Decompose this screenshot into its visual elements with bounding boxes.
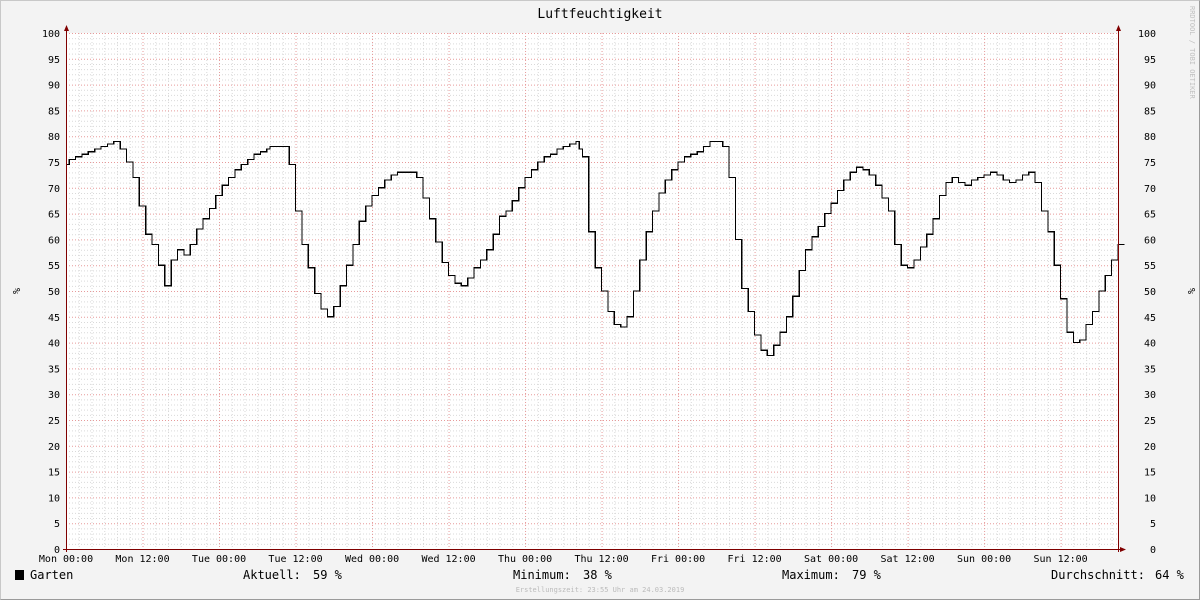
x-tick-label: Sun 00:00	[957, 554, 1011, 565]
legend-swatch-garten	[15, 570, 24, 580]
x-tick-label: Tue 12:00	[268, 554, 322, 565]
y-tick-label-right: 60	[1144, 235, 1156, 246]
y-axis-label-left: %	[10, 288, 21, 294]
y-tick-label-left: 5	[54, 519, 60, 530]
x-tick-label: Tue 00:00	[192, 554, 246, 565]
y-tick-label-left: 50	[48, 287, 60, 298]
y-axis-right-arrow	[1116, 25, 1121, 31]
chart-title: Luftfeuchtigkeit	[537, 7, 662, 22]
x-tick-label: Mon 00:00	[39, 554, 93, 565]
y-tick-label-left: 35	[48, 364, 60, 375]
y-tick-label-right: 95	[1144, 55, 1156, 66]
y-tick-label-right: 70	[1144, 184, 1156, 195]
y-tick-label-left: 25	[48, 416, 60, 427]
y-tick-label-left: 75	[48, 158, 60, 169]
x-tick-labels: Mon 00:00 Mon 12:00 Tue 00:00 Tue 12:00 Wed …	[39, 554, 1088, 565]
legend-aktuell-value: 59 %	[313, 568, 343, 582]
y-tick-label-left: 30	[48, 390, 60, 401]
y-tick-label-right: 65	[1144, 210, 1156, 221]
y-tick-label-left: 10	[48, 493, 60, 504]
y-tick-label-right: 80	[1144, 132, 1156, 143]
y-tick-label-left: 100	[42, 29, 60, 40]
legend-maximum-value: 79 %	[852, 568, 882, 582]
y-tick-label-left: 85	[48, 106, 60, 117]
x-axis-arrow	[1120, 547, 1126, 552]
y-tick-label-right: 50	[1144, 287, 1156, 298]
rrdtool-watermark: RRDTOOL / TOBI OETIKER	[1188, 6, 1196, 100]
y-tick-label-left: 20	[48, 442, 60, 453]
x-tick-label: Fri 00:00	[651, 554, 705, 565]
y-axis-left-arrow	[64, 25, 69, 31]
y-axis-label-right: %	[1185, 288, 1196, 294]
y-tick-label-left: 70	[48, 184, 60, 195]
y-tick-labels-right: 0 5 10 15 20 25 30 35 40 45 50 55 60 65 70 75 80 85 90 95 10…	[1138, 29, 1156, 556]
y-tick-label-right: 45	[1144, 313, 1156, 324]
x-tick-label: Fri 12:00	[727, 554, 781, 565]
x-tick-label: Sun 12:00	[1034, 554, 1088, 565]
creation-timestamp: Erstellungszeit: 23:55 Uhr am 24.03.2019	[516, 586, 685, 594]
y-tick-label-right: 15	[1144, 468, 1156, 479]
legend-durchschnitt-value: 64 %	[1155, 568, 1185, 582]
legend-series-name: Garten	[30, 568, 73, 582]
y-tick-label-right: 20	[1144, 442, 1156, 453]
x-tick-label: Wed 00:00	[345, 554, 399, 565]
y-tick-label-left: 95	[48, 55, 60, 66]
y-tick-label-left: 55	[48, 261, 60, 272]
y-tick-label-left: 45	[48, 313, 60, 324]
y-tick-label-right: 5	[1150, 519, 1156, 530]
y-tick-label-right: 35	[1144, 364, 1156, 375]
y-tick-label-left: 15	[48, 468, 60, 479]
y-tick-label-right: 100	[1138, 29, 1156, 40]
y-tick-label-left: 40	[48, 339, 60, 350]
y-tick-label-right: 90	[1144, 81, 1156, 92]
y-tick-label-right: 25	[1144, 416, 1156, 427]
legend-minimum-value: 38 %	[583, 568, 613, 582]
x-tick-label: Mon 12:00	[115, 554, 169, 565]
legend-maximum-label: Maximum:	[782, 568, 840, 582]
y-tick-label-right: 0	[1150, 545, 1156, 556]
x-tick-label: Wed 12:00	[421, 554, 475, 565]
y-tick-label-left: 90	[48, 81, 60, 92]
x-tick-label: Thu 12:00	[574, 554, 628, 565]
y-tick-label-right: 75	[1144, 158, 1156, 169]
humidity-chart: 0 5 10 15 20 25 30 35 40 45 50 55 60 65 70 75 80 85 90 95 10…	[10, 6, 1196, 594]
y-tick-label-left: 80	[48, 132, 60, 143]
y-tick-label-right: 30	[1144, 390, 1156, 401]
y-tick-labels-left: 0510152025303540455055606570758085909510…	[42, 29, 60, 556]
y-tick-label-right: 40	[1144, 339, 1156, 350]
y-tick-label-right: 85	[1144, 106, 1156, 117]
legend-minimum-label: Minimum:	[513, 568, 571, 582]
legend-durchschnitt-label: Durchschnitt:	[1051, 568, 1145, 582]
y-tick-label-right: 55	[1144, 261, 1156, 272]
y-tick-label-left: 60	[48, 235, 60, 246]
legend-aktuell-label: Aktuell:	[243, 568, 301, 582]
x-tick-label: Sat 12:00	[881, 554, 935, 565]
y-tick-label-left: 65	[48, 210, 60, 221]
x-tick-label: Thu 00:00	[498, 554, 552, 565]
y-tick-label-right: 10	[1144, 493, 1156, 504]
x-tick-label: Sat 00:00	[804, 554, 858, 565]
